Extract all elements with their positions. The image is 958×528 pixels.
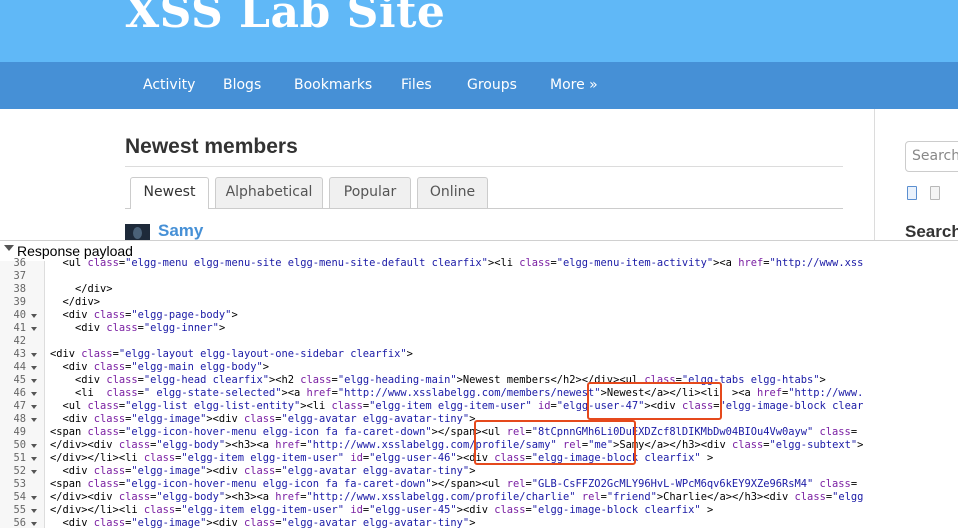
nav-item-files[interactable]: Files [401,62,432,109]
code-source: </div><div class="elgg-body"><h3><a href… [50,439,864,451]
code-line: 42 [0,335,958,348]
code-line: 52 <div class="elgg-image"><div class="e… [0,465,958,478]
line-number: 53 [13,478,26,490]
fold-arrow-icon[interactable] [31,444,37,448]
nav-item-groups[interactable]: Groups [467,62,517,109]
fold-arrow-icon[interactable] [31,457,37,461]
fold-arrow-icon[interactable] [31,327,37,331]
tab-alphabetical[interactable]: Alphabetical [215,177,323,208]
tabs-baseline [125,208,843,209]
site-header: XSS Lab Site [0,0,958,62]
fold-arrow-icon[interactable] [31,418,37,422]
title-divider [125,166,843,167]
line-number: 36 [13,257,26,269]
fold-arrow-icon[interactable] [31,379,37,383]
code-line: 40 <div class="elgg-page-body"> [0,309,958,322]
fold-arrow-icon[interactable] [31,366,37,370]
line-number: 40 [13,309,26,321]
tab-online[interactable]: Online [417,177,488,208]
line-number: 55 [13,504,26,516]
code-source: </div></li><li class="elgg-item elgg-ite… [50,504,714,516]
annotation-box-profile-link [474,420,636,465]
code-line: 46 <li class=" elgg-state-selected"><a h… [0,387,958,400]
fold-arrow-icon[interactable] [31,353,37,357]
nav-item-bookmarks[interactable]: Bookmarks [294,62,372,109]
code-source: </div> [50,296,101,308]
line-number: 42 [13,335,26,347]
devtools-panel: Response payload 36 <ul class="elgg-menu… [0,240,958,528]
line-number: 46 [13,387,26,399]
nav-item-blogs[interactable]: Blogs [223,62,261,109]
line-number: 43 [13,348,26,360]
code-source: <div class="elgg-main elgg-body"> [50,361,269,373]
code-source: <div class="elgg-layout elgg-layout-one-… [50,348,413,360]
code-line: 37 [0,270,958,283]
code-viewer[interactable]: 36 <ul class="elgg-menu elgg-menu-site e… [0,257,958,528]
code-source: </div> [50,283,113,295]
code-source: <div class="elgg-page-body"> [50,309,238,321]
code-source: <ul class="elgg-menu elgg-menu-site elgg… [50,257,864,269]
line-number: 49 [13,426,26,438]
fold-arrow-icon[interactable] [31,392,37,396]
line-number: 41 [13,322,26,334]
line-number: 39 [13,296,26,308]
code-line: 44 <div class="elgg-main elgg-body"> [0,361,958,374]
line-number: 48 [13,413,26,425]
code-source: <span class="elgg-icon-hover-menu elgg-i… [50,478,858,490]
code-line: 38 </div> [0,283,958,296]
page-icon[interactable] [930,186,940,200]
tab-newest[interactable]: Newest [130,177,209,209]
tab-popular[interactable]: Popular [329,177,411,208]
line-number: 52 [13,465,26,477]
code-line: 54 </div><div class="elgg-body"><h3><a hr… [0,491,958,504]
fold-arrow-icon[interactable] [31,314,37,318]
site-title[interactable]: XSS Lab Site [125,0,445,38]
code-source: <div class="elgg-image"><div class="elgg… [50,517,476,528]
site-nav: Activity Blogs Bookmarks Files Groups Mo… [0,62,958,109]
code-line: 53 <span class="elgg-icon-hover-menu elgg… [0,478,958,491]
search-input[interactable]: Search [905,141,958,172]
nav-item-activity[interactable]: Activity [143,62,195,109]
code-line: 55 </div></li><li class="elgg-item elgg-i… [0,504,958,517]
code-line: 39 </div> [0,296,958,309]
sidebar-divider [874,109,875,240]
line-number: 38 [13,283,26,295]
page-title: Newest members [125,135,298,158]
fold-arrow-icon[interactable] [31,509,37,513]
code-line: 36 <ul class="elgg-menu elgg-menu-site e… [0,257,958,270]
collapse-arrow-icon[interactable] [4,245,14,251]
code-line: 41 <div class="elgg-inner"> [0,322,958,335]
code-line: 56 <div class="elgg-image"><div class="e… [0,517,958,528]
fold-arrow-icon[interactable] [31,405,37,409]
fold-arrow-icon[interactable] [31,470,37,474]
member-name-link[interactable]: Samy [158,221,203,241]
code-source: <div class="elgg-inner"> [50,322,226,334]
annotation-box-user-id [587,382,722,420]
line-number: 45 [13,374,26,386]
document-icon[interactable] [907,186,917,200]
code-source: <div class="elgg-image"><div class="elgg… [50,465,476,477]
line-number: 50 [13,439,26,451]
line-number: 56 [13,517,26,528]
code-source: <div class="elgg-image"><div class="elgg… [50,413,476,425]
nav-item-more[interactable]: More » [550,62,598,109]
fold-arrow-icon[interactable] [31,496,37,500]
code-source: </div><div class="elgg-body"><h3><a href… [50,491,864,503]
sidebar-heading: Search [905,222,958,241]
code-source: <ul class="elgg-list elgg-list-entity"><… [50,400,864,412]
line-number: 51 [13,452,26,464]
line-number: 44 [13,361,26,373]
code-line: 45 <div class="elgg-head clearfix"><h2 c… [0,374,958,387]
line-number: 47 [13,400,26,412]
line-number: 54 [13,491,26,503]
code-source: <li class=" elgg-state-selected"><a href… [50,387,864,399]
line-number: 37 [13,270,26,282]
code-source: <span class="elgg-icon-hover-menu elgg-i… [50,426,858,438]
code-line: 47 <ul class="elgg-list elgg-list-entity… [0,400,958,413]
fold-arrow-icon[interactable] [31,522,37,526]
code-line: 43 <div class="elgg-layout elgg-layout-on… [0,348,958,361]
